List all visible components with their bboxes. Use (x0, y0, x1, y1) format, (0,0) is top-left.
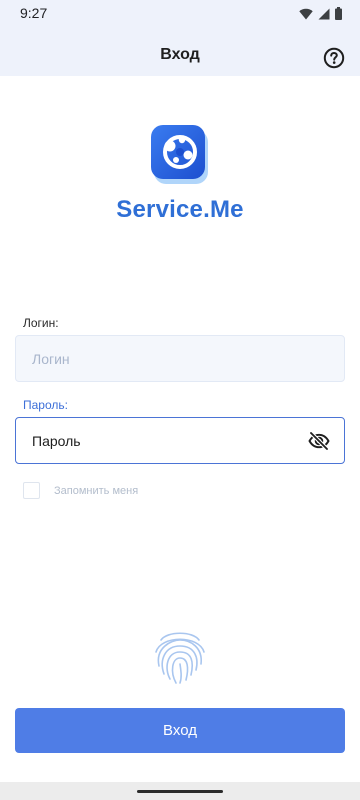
cellular-signal-icon (318, 8, 330, 20)
login-placeholder: Логин (32, 351, 70, 367)
system-nav-bar (0, 782, 360, 800)
page-title: Вход (160, 46, 200, 63)
remember-me-checkbox[interactable] (23, 482, 40, 499)
app-bar: Вход (0, 32, 360, 76)
remember-me-label: Запомнить меня (54, 484, 139, 497)
battery-icon (335, 7, 342, 20)
login-label: Логин: (23, 316, 59, 330)
fingerprint-icon (151, 632, 209, 690)
login-screen: 9:27 Вход Service.Me Логин: Логин Пароль… (0, 0, 360, 800)
home-gesture-handle[interactable] (137, 790, 223, 793)
help-circle-icon (323, 47, 345, 73)
service-me-logo (148, 122, 212, 186)
brand-name: Service.Me (116, 196, 244, 223)
wifi-icon (299, 8, 313, 20)
fingerprint-button[interactable] (151, 626, 209, 686)
login-input[interactable]: Логин (15, 335, 345, 382)
remember-me-row[interactable]: Запомнить меня (23, 482, 138, 499)
help-button[interactable] (323, 47, 345, 69)
password-input[interactable]: Пароль (15, 417, 345, 464)
password-visibility-toggle[interactable] (308, 430, 330, 452)
status-bar: 9:27 (0, 0, 360, 28)
password-value: Пароль (32, 433, 81, 449)
status-icons (299, 7, 342, 20)
login-submit-button[interactable]: Вход (15, 708, 345, 753)
status-time: 9:27 (20, 5, 48, 21)
password-label: Пароль: (23, 398, 68, 412)
eye-off-icon (308, 431, 330, 456)
